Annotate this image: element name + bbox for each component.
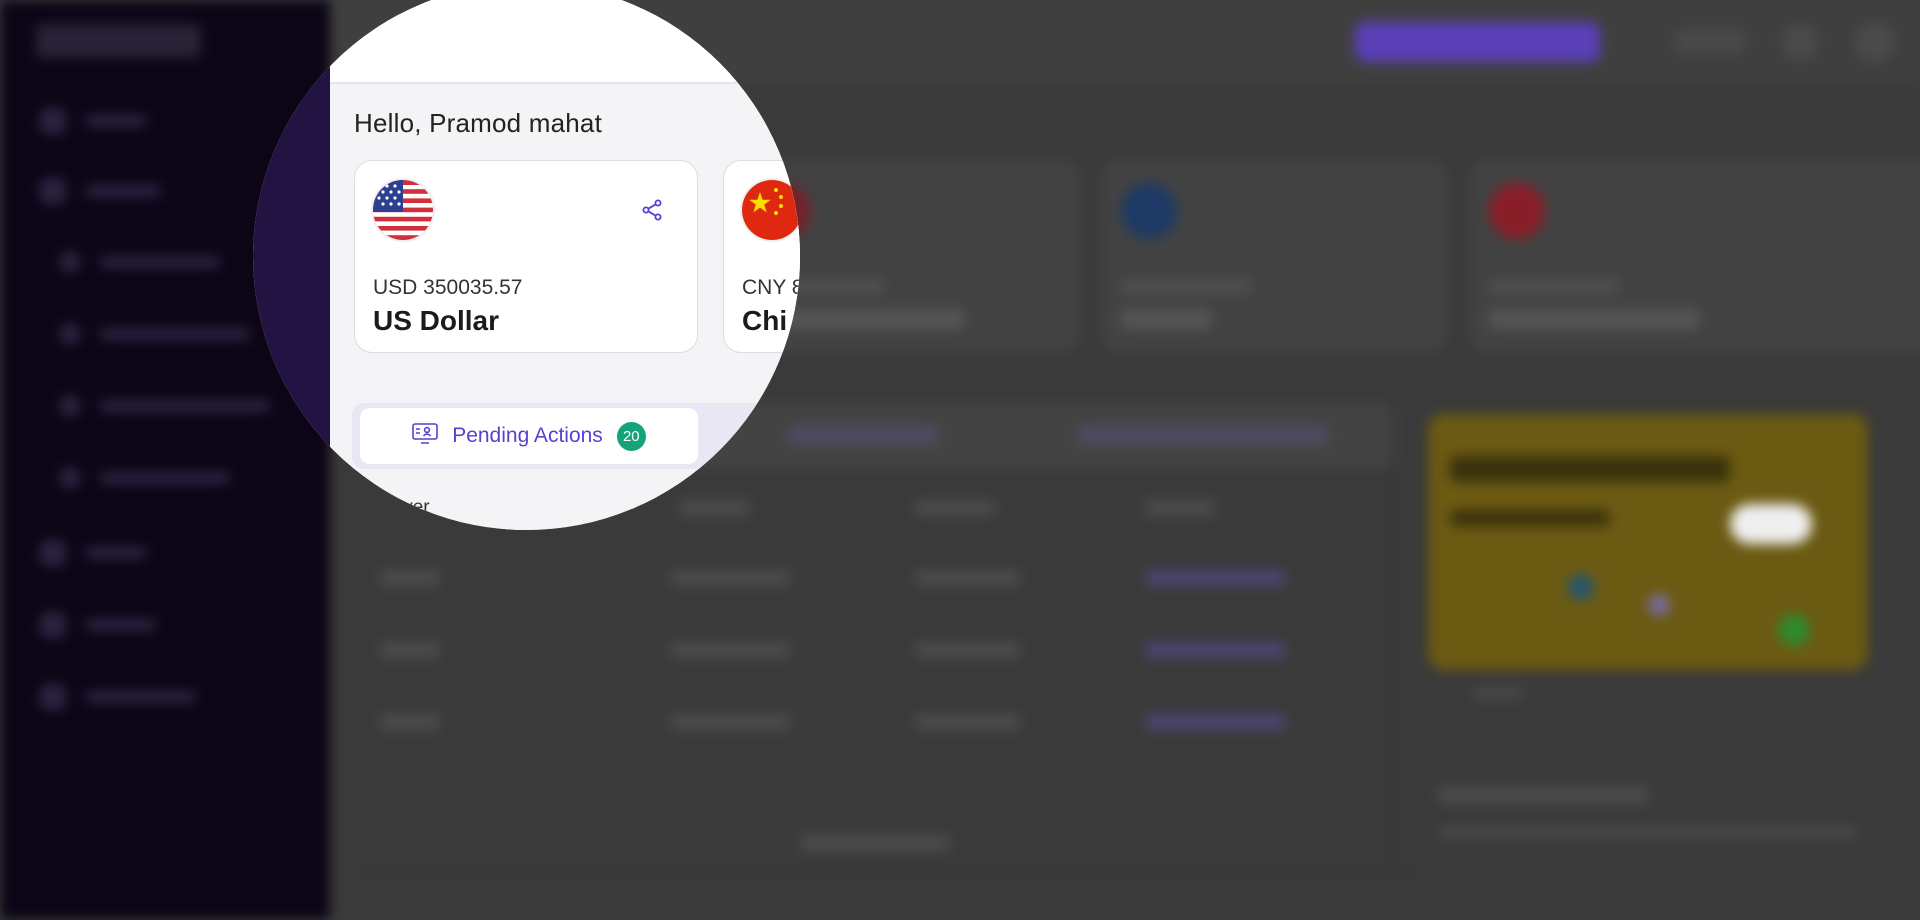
magnifier-lens: Hello, Pramod mahat USD 350035.57 US Dol… [253, 0, 800, 530]
sidebar-subitem-3[interactable] [60, 396, 270, 416]
currency-name: Chi [742, 305, 788, 336]
logo [36, 24, 201, 58]
currency-amount: USD 350035.57 [373, 276, 523, 299]
promo-banner[interactable] [1428, 414, 1868, 670]
sidebar-item-2[interactable] [40, 178, 161, 204]
primary-action-button[interactable] [1355, 22, 1600, 62]
sidebar-item-1[interactable] [40, 108, 146, 134]
pending-count-badge: 20 [616, 421, 646, 451]
sidebar-subitem-2[interactable] [60, 324, 250, 344]
share-icon[interactable] [637, 195, 667, 225]
currency-card-cny[interactable]: CNY 8 Chi [723, 160, 800, 353]
header-bar [330, 0, 800, 84]
tab-pending-actions[interactable]: Pending Actions 20 [360, 408, 698, 464]
us-flag-icon [373, 180, 433, 240]
tab-label: Pending Actions [452, 424, 603, 447]
avatar[interactable] [1855, 22, 1895, 62]
pending-actions-icon [412, 422, 438, 450]
sidebar-item-3[interactable] [40, 540, 146, 566]
currency-card-bg-4[interactable] [1470, 160, 1920, 352]
sidebar-item-4[interactable] [40, 612, 156, 638]
sidebar-subitem-1[interactable] [60, 252, 220, 272]
china-flag-icon [742, 180, 800, 240]
sidebar-edge [253, 0, 330, 530]
notification-icon[interactable] [1782, 24, 1818, 60]
topbar-link[interactable] [1675, 30, 1745, 52]
currency-card-bg-3[interactable] [1102, 160, 1447, 352]
currency-amount: CNY 8 [742, 276, 800, 299]
action-tabs: Pending Actions 20 [352, 403, 800, 469]
sidebar-item-5[interactable] [40, 684, 196, 710]
greeting-text: Hello, Pramod mahat [354, 108, 603, 138]
currency-name: US Dollar [373, 305, 500, 336]
currency-card-usd[interactable]: USD 350035.57 US Dollar [354, 160, 698, 353]
sidebar-subitem-4[interactable] [60, 468, 230, 488]
dashboard-main: Hello, Pramod mahat USD 350035.57 US Dol… [330, 0, 800, 530]
column-header-payer: Payer [380, 497, 430, 518]
